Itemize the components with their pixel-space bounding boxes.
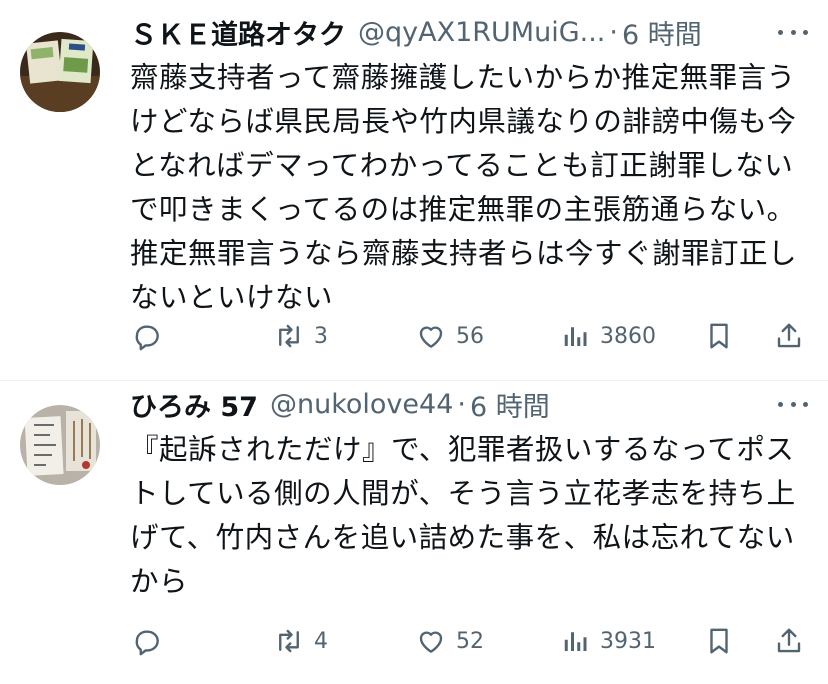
retweet-icon: [279, 629, 299, 653]
retweet-count: 4: [314, 628, 328, 654]
separator-dot: ·: [457, 388, 466, 420]
like-button[interactable]: 52: [416, 621, 484, 661]
display-name[interactable]: ＳＫＥ道路オタク: [130, 13, 346, 52]
tweet-text: 齋藤支持者って齋藤擁護したいからか推定無罪言うけどならば県民局長や竹内県議なりの…: [130, 61, 798, 314]
share-icon: [777, 323, 801, 348]
timestamp[interactable]: 6 時間: [470, 385, 550, 424]
user-handle[interactable]: @qyAX1RUMuiG...: [358, 17, 605, 48]
retweet-icon: [279, 324, 299, 348]
views-button[interactable]: 3860: [560, 316, 656, 356]
views-icon: [564, 327, 587, 346]
views-icon: [564, 632, 587, 651]
views-count: 3931: [600, 628, 656, 654]
like-count: 52: [456, 628, 484, 654]
action-bar: 4 52 3931: [130, 621, 810, 661]
bookmark-button[interactable]: [704, 621, 734, 661]
share-button[interactable]: [774, 621, 804, 661]
reply-button[interactable]: [132, 316, 172, 356]
display-name[interactable]: ひろみ 57: [130, 385, 258, 424]
bookmark-button[interactable]: [704, 316, 734, 356]
more-icon[interactable]: [778, 12, 808, 52]
like-count: 56: [456, 323, 484, 349]
reply-button[interactable]: [132, 621, 172, 661]
tweet[interactable]: ひろみ 57 @nukolove44 · 6 時間 『起訴されただけ』で、犯罪者…: [0, 381, 828, 684]
reply-icon: [135, 630, 159, 656]
bookmark-icon: [710, 323, 728, 349]
retweet-button[interactable]: 4: [274, 621, 328, 661]
timestamp[interactable]: 6 時間: [622, 13, 702, 52]
like-button[interactable]: 56: [416, 316, 484, 356]
views-button[interactable]: 3931: [560, 621, 656, 661]
like-icon: [419, 631, 443, 653]
action-bar: 3 56 3860: [130, 316, 810, 356]
like-icon: [419, 326, 443, 348]
user-handle[interactable]: @nukolove44: [270, 389, 453, 420]
avatar[interactable]: [20, 405, 100, 485]
reply-icon: [135, 325, 159, 351]
more-icon[interactable]: [778, 384, 808, 424]
retweet-count: 3: [314, 323, 328, 349]
share-icon: [777, 628, 801, 653]
tweet-text: 『起訴されただけ』で、犯罪者扱いするなってポストしている側の人間が、そう言う立花…: [130, 433, 796, 598]
avatar[interactable]: [20, 32, 100, 112]
views-count: 3860: [600, 323, 656, 349]
bookmark-icon: [710, 628, 728, 654]
tweet[interactable]: ＳＫＥ道路オタク @qyAX1RUMuiG... · 6 時間 齋藤支持者って齋…: [0, 0, 828, 380]
separator-dot: ·: [609, 16, 618, 48]
share-button[interactable]: [774, 316, 804, 356]
retweet-button[interactable]: 3: [274, 316, 328, 356]
